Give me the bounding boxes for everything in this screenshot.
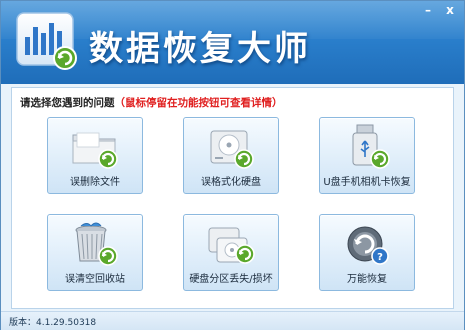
usb-drive-recover-icon	[352, 124, 390, 169]
tile-label: 误格式化硬盘	[201, 177, 261, 188]
window-controls: – x	[418, 2, 460, 18]
status-bar: 版本：4.1.29.50318	[1, 311, 464, 330]
prompt-text: 请选择您遇到的问题（鼠标停留在功能按钮可查看详情）	[20, 95, 283, 110]
tile-label: 误清空回收站	[65, 274, 125, 285]
tile-partition-lost[interactable]: 硬盘分区丢失/损坏	[183, 214, 279, 291]
title-bar[interactable]: 数据恢复大师 – x	[1, 1, 464, 84]
minimize-button[interactable]: –	[418, 2, 438, 18]
tile-formatted-disk[interactable]: 误格式化硬盘	[183, 117, 279, 194]
universal-recover-icon: ?	[347, 226, 389, 265]
close-button[interactable]: x	[440, 2, 460, 18]
app-title: 数据恢复大师	[89, 29, 311, 69]
content-panel: 请选择您遇到的问题（鼠标停留在功能按钮可查看详情） 误删除文件 误格式化硬盘 U…	[11, 87, 454, 309]
tile-emptied-recycle-bin[interactable]: 误清空回收站	[47, 214, 143, 291]
tile-label: 误删除文件	[70, 177, 120, 188]
tile-label: 硬盘分区丢失/损坏	[189, 274, 273, 285]
partition-recover-icon	[208, 227, 255, 264]
recycle-bin-recover-icon	[75, 222, 118, 266]
folder-recover-icon	[72, 132, 118, 169]
tile-label: U盘手机相机卡恢复	[323, 177, 411, 188]
app-logo-icon	[16, 12, 77, 70]
version-text: 版本：4.1.29.50318	[9, 318, 97, 328]
tile-usb-phone-camera[interactable]: U盘手机相机卡恢复	[319, 117, 415, 194]
tile-universal-recovery[interactable]: ? 万能恢复	[319, 214, 415, 291]
prompt-label: 请选择您遇到的问题	[20, 97, 115, 109]
svg-text:?: ?	[377, 252, 383, 263]
app-window: 数据恢复大师 – x 请选择您遇到的问题（鼠标停留在功能按钮可查看详情） 误删除…	[0, 0, 465, 330]
tile-deleted-files[interactable]: 误删除文件	[47, 117, 143, 194]
tile-label: 万能恢复	[347, 274, 387, 285]
hard-disk-recover-icon	[210, 130, 254, 169]
prompt-hint: （鼠标停留在功能按钮可查看详情）	[114, 97, 283, 109]
